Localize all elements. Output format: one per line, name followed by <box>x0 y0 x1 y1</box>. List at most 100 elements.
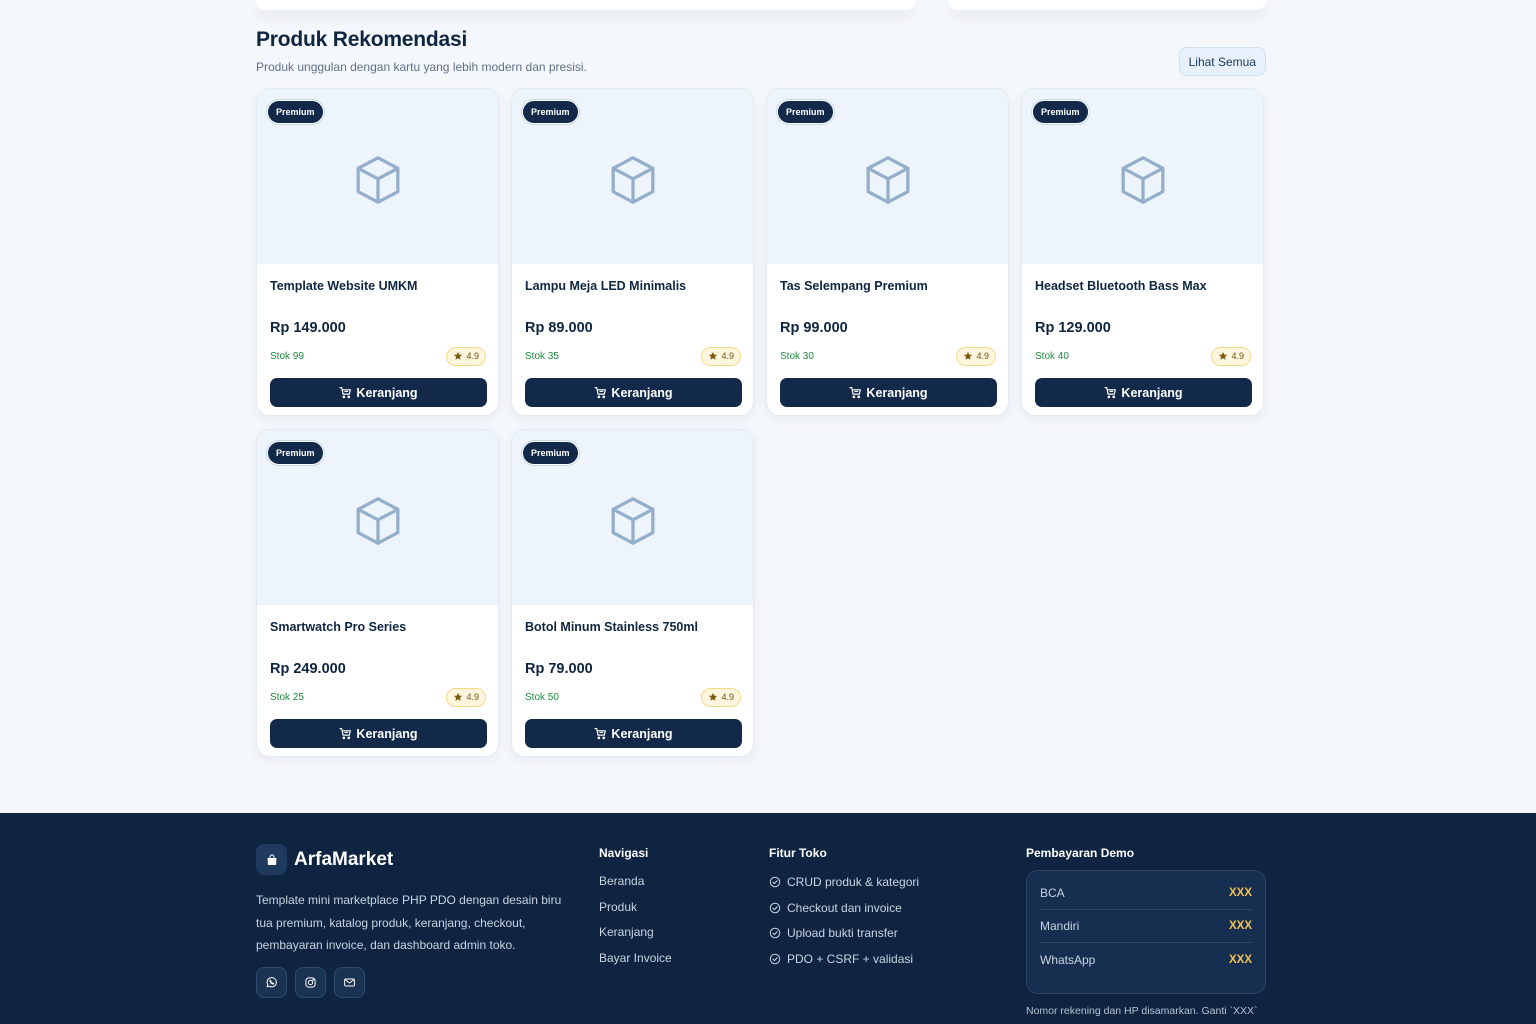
add-to-cart-button[interactable]: Keranjang <box>525 378 742 407</box>
star-icon <box>454 692 463 701</box>
add-to-cart-button[interactable]: Keranjang <box>270 719 487 748</box>
payment-note: Nomor rekening dan HP disamarkan. Ganti … <box>1026 1005 1258 1017</box>
check-circle-icon <box>769 876 781 888</box>
product-name[interactable]: Headset Bluetooth Bass Max <box>1035 279 1251 299</box>
nav-title: Navigasi <box>599 846 649 860</box>
rating-badge: 4.9 <box>446 687 486 707</box>
cart-button-label: Keranjang <box>1121 385 1183 400</box>
stock-label: Stok 40 <box>1035 350 1069 362</box>
product-thumbnail[interactable]: Premium <box>512 430 753 605</box>
instagram-icon[interactable] <box>295 967 326 998</box>
footer-nav: Beranda Produk Keranjang Bayar Invoice <box>599 873 672 976</box>
payment-row: BCA XXX <box>1040 877 1252 910</box>
rating-value: 4.9 <box>721 692 734 702</box>
add-to-cart-button[interactable]: Keranjang <box>780 378 997 407</box>
mail-icon[interactable] <box>334 967 365 998</box>
footer-brand[interactable]: ArfaMarket <box>256 844 393 875</box>
product-thumbnail[interactable]: Premium <box>257 430 498 605</box>
cart-icon <box>1104 387 1117 399</box>
feature-label: PDO + CSRF + validasi <box>787 951 914 966</box>
footer-nav-link[interactable]: Bayar Invoice <box>599 950 672 976</box>
section-subtitle: Produk unggulan dengan kartu yang lebih … <box>256 60 587 74</box>
product-card[interactable]: Premium Template Website UMKM Rp 149.000… <box>256 88 499 416</box>
star-icon <box>964 351 973 360</box>
star-icon <box>709 692 718 701</box>
product-price: Rp 99.000 <box>780 320 848 336</box>
premium-badge: Premium <box>267 441 324 465</box>
product-name[interactable]: Lampu Meja LED Minimalis <box>525 279 741 299</box>
rating-badge: 4.9 <box>701 346 741 366</box>
see-all-button[interactable]: Lihat Semua <box>1178 47 1266 76</box>
product-thumbnail[interactable]: Premium <box>257 89 498 264</box>
product-card[interactable]: Premium Tas Selempang Premium Rp 99.000 … <box>766 88 1009 416</box>
cart-button-label: Keranjang <box>356 726 418 741</box>
product-price: Rp 79.000 <box>525 661 593 677</box>
product-thumbnail[interactable]: Premium <box>1022 89 1263 264</box>
previous-section-card <box>256 0 916 10</box>
package-box-icon <box>356 497 400 545</box>
feature-item: PDO + CSRF + validasi <box>769 950 919 976</box>
cart-icon <box>594 728 607 740</box>
add-to-cart-button[interactable]: Keranjang <box>270 378 487 407</box>
product-name[interactable]: Tas Selempang Premium <box>780 279 996 299</box>
add-to-cart-button[interactable]: Keranjang <box>525 719 742 748</box>
stock-label: Stok 99 <box>270 350 304 362</box>
previous-section-card <box>948 0 1266 10</box>
payment-value: XXX <box>1228 920 1252 932</box>
footer-nav-link[interactable]: Beranda <box>599 873 672 899</box>
rating-value: 4.9 <box>466 692 479 702</box>
payment-label: WhatsApp <box>1040 952 1096 967</box>
product-name[interactable]: Template Website UMKM <box>270 279 486 299</box>
add-to-cart-button[interactable]: Keranjang <box>1035 378 1252 407</box>
payment-label: Mandiri <box>1040 919 1080 933</box>
product-price: Rp 89.000 <box>525 320 593 336</box>
feature-item: Upload bukti transfer <box>769 924 919 950</box>
package-box-icon <box>611 156 655 204</box>
brand-description: Template mini marketplace PHP PDO dengan… <box>256 893 562 952</box>
shopping-bag-icon <box>256 844 287 875</box>
premium-badge: Premium <box>777 100 834 124</box>
cart-button-label: Keranjang <box>866 385 928 400</box>
feature-label: Checkout dan invoice <box>787 900 902 915</box>
product-card[interactable]: Premium Botol Minum Stainless 750ml Rp 7… <box>511 429 754 757</box>
premium-badge: Premium <box>1032 100 1089 124</box>
check-circle-icon <box>769 953 781 965</box>
footer-nav-link[interactable]: Produk <box>599 899 672 925</box>
recommended-section-header: Produk Rekomendasi Produk unggulan denga… <box>256 28 1266 76</box>
feature-item: Checkout dan invoice <box>769 899 919 925</box>
features-title: Fitur Toko <box>769 846 827 860</box>
cart-icon <box>594 387 607 399</box>
rating-value: 4.9 <box>1231 351 1244 361</box>
payment-label: BCA <box>1040 886 1065 900</box>
stock-label: Stok 35 <box>525 350 559 362</box>
cart-button-label: Keranjang <box>611 726 673 741</box>
stock-label: Stok 30 <box>780 350 814 362</box>
footer-nav-link[interactable]: Keranjang <box>599 924 672 950</box>
rating-badge: 4.9 <box>701 687 741 707</box>
premium-badge: Premium <box>267 100 324 124</box>
product-thumbnail[interactable]: Premium <box>512 89 753 264</box>
rating-badge: 4.9 <box>956 346 996 366</box>
payment-value: XXX <box>1228 953 1252 966</box>
product-card[interactable]: Premium Smartwatch Pro Series Rp 249.000… <box>256 429 499 757</box>
star-icon <box>1219 351 1228 360</box>
rating-value: 4.9 <box>721 351 734 361</box>
product-name[interactable]: Botol Minum Stainless 750ml <box>525 620 741 640</box>
site-footer: ArfaMarket Template mini marketplace PHP… <box>0 813 1536 1024</box>
product-card[interactable]: Premium Headset Bluetooth Bass Max Rp 12… <box>1021 88 1264 416</box>
product-name[interactable]: Smartwatch Pro Series <box>270 620 486 640</box>
rating-badge: 4.9 <box>1211 346 1251 366</box>
product-price: Rp 149.000 <box>270 320 346 336</box>
whatsapp-icon[interactable] <box>256 967 287 998</box>
star-icon <box>454 351 463 360</box>
product-price: Rp 129.000 <box>1035 320 1111 336</box>
product-card[interactable]: Premium Lampu Meja LED Minimalis Rp 89.0… <box>511 88 754 416</box>
package-box-icon <box>611 497 655 545</box>
check-circle-icon <box>769 902 781 913</box>
rating-badge: 4.9 <box>446 346 486 366</box>
cart-icon <box>339 728 352 740</box>
brand-name: ArfaMarket <box>294 848 394 870</box>
package-box-icon <box>356 156 400 204</box>
product-thumbnail[interactable]: Premium <box>767 89 1008 264</box>
rating-value: 4.9 <box>976 351 989 361</box>
